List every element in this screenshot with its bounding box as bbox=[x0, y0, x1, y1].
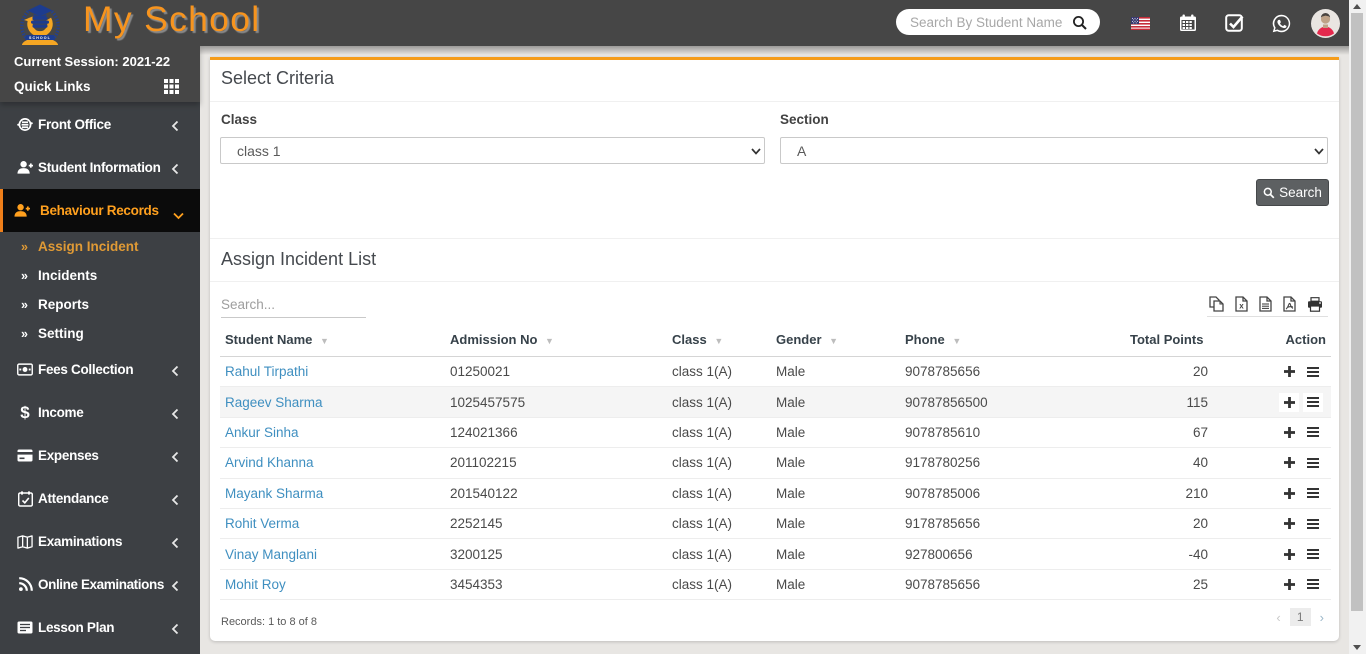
svg-text:x: x bbox=[1239, 302, 1244, 311]
svg-text:SCHOOL: SCHOOL bbox=[29, 36, 51, 40]
